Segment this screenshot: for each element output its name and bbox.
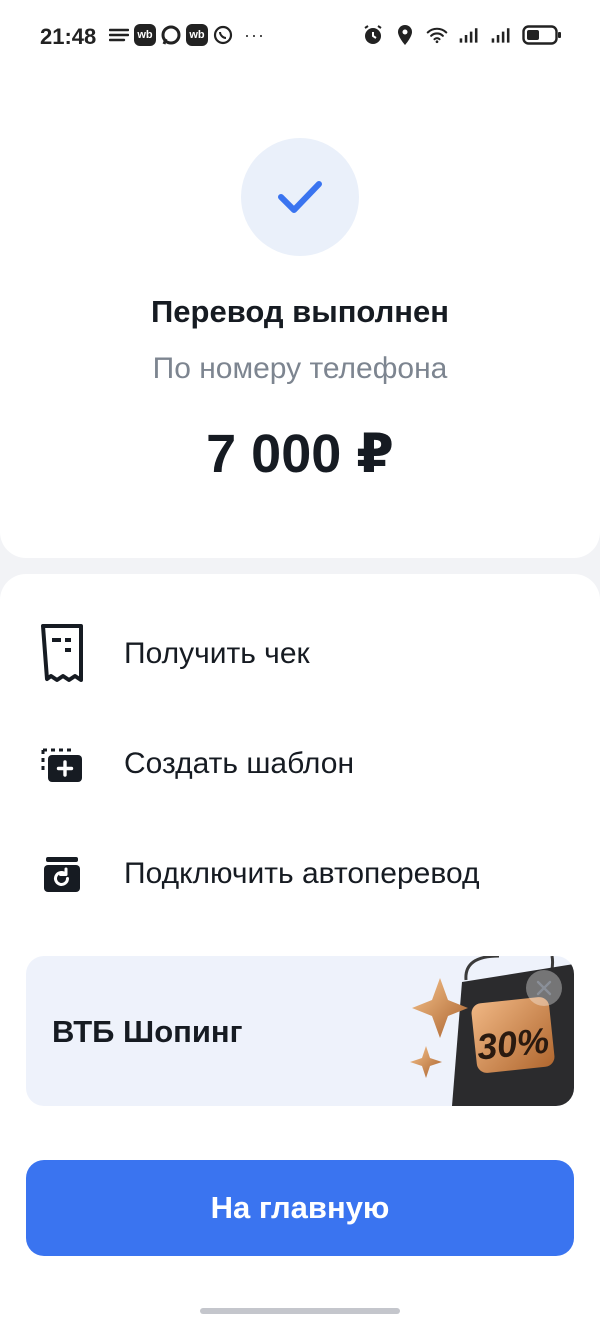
promo-title: ВТБ Шопинг [52, 1014, 243, 1049]
result-title: Перевод выполнен [151, 294, 449, 329]
signal-icon [490, 24, 512, 46]
success-badge [241, 138, 359, 256]
action-label: Получить чек [124, 637, 310, 670]
wifi-icon [426, 24, 448, 46]
wb-icon: wb [186, 24, 208, 46]
transfer-amount: 7 000 ₽ [206, 424, 394, 484]
wb-icon: wb [134, 24, 156, 46]
close-icon[interactable] [526, 970, 562, 1006]
location-icon [394, 24, 416, 46]
menu-lines-icon [108, 24, 130, 46]
get-receipt-button[interactable]: Получить чек [0, 612, 600, 696]
result-card: Перевод выполнен По номеру телефона 7 00… [0, 72, 600, 558]
status-left-icons: wb wb ··· [108, 24, 265, 46]
status-right-icons [362, 24, 562, 46]
status-bar: 21:48 wb wb ··· [0, 0, 600, 72]
whatsapp-icon [212, 24, 234, 46]
auto-transfer-icon [38, 842, 86, 906]
home-indicator[interactable] [200, 1308, 400, 1314]
template-add-icon [38, 732, 86, 796]
home-button[interactable]: На главную [26, 1160, 574, 1256]
action-label: Подключить автоперевод [124, 857, 480, 890]
receipt-icon [38, 622, 86, 686]
battery-icon [522, 24, 562, 46]
result-subtitle: По номеру телефона [152, 352, 448, 385]
vtb-shopping-banner[interactable]: ВТБ Шопинг 30% [26, 956, 574, 1106]
auto-transfer-button[interactable]: Подключить автоперевод [0, 832, 600, 916]
status-time: 21:48 [40, 24, 97, 49]
alarm-icon [362, 24, 384, 46]
signal-icon [458, 24, 480, 46]
status-more: ··· [244, 24, 265, 45]
checkmark-icon [278, 181, 322, 213]
create-template-button[interactable]: Создать шаблон [0, 722, 600, 806]
chat-icon [160, 24, 182, 46]
action-label: Создать шаблон [124, 747, 355, 780]
promo-badge-text: 30% [475, 1019, 551, 1067]
actions-card: Получить чек Создать шаблон Подключить а… [0, 574, 600, 1332]
